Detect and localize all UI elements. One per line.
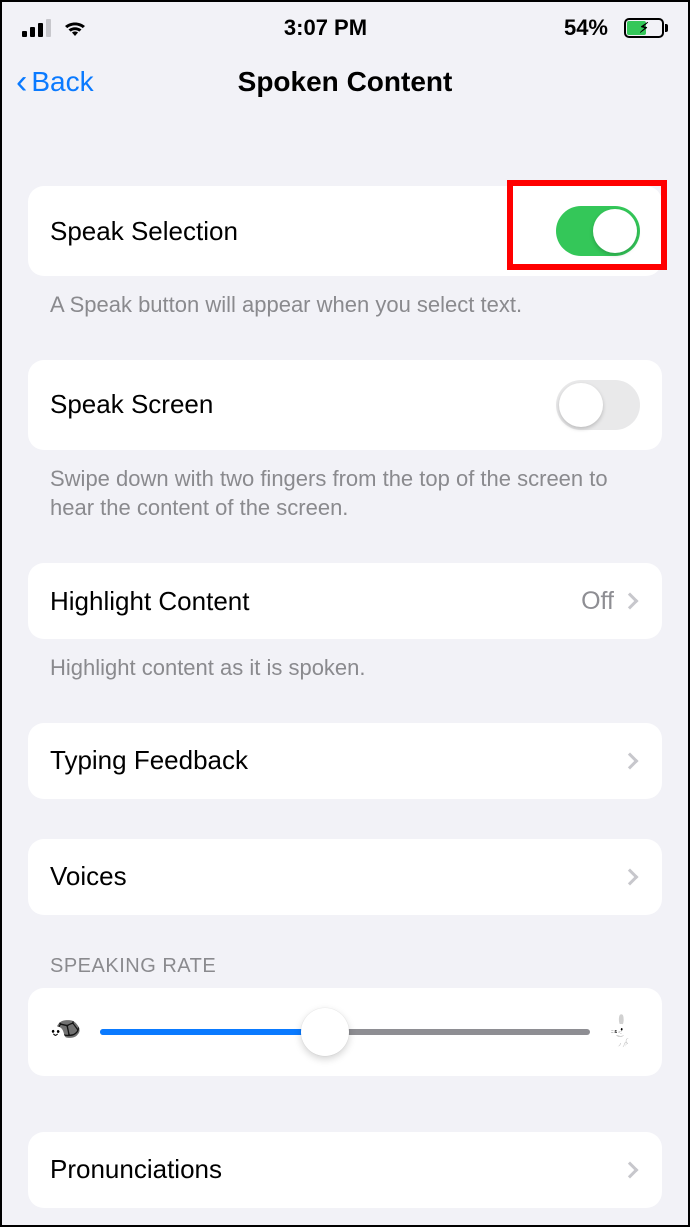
cellular-signal-icon	[22, 19, 51, 37]
chevron-right-icon	[622, 593, 639, 610]
speak-selection-toggle[interactable]	[556, 206, 640, 256]
chevron-left-icon: ‹	[16, 65, 27, 99]
battery-percent-text: 54%	[564, 15, 608, 41]
row-label: Pronunciations	[50, 1154, 624, 1185]
row-pronunciations[interactable]: Pronunciations	[28, 1132, 662, 1208]
back-button[interactable]: ‹ Back	[16, 65, 94, 99]
status-right: 54% ⚡︎	[564, 15, 668, 41]
back-label: Back	[31, 66, 93, 98]
page-title: Spoken Content	[2, 66, 688, 98]
row-voices[interactable]: Voices	[28, 839, 662, 915]
status-time: 3:07 PM	[87, 15, 564, 41]
chevron-right-icon	[622, 868, 639, 885]
speak-screen-footer: Swipe down with two fingers from the top…	[28, 450, 662, 523]
row-highlight-content[interactable]: Highlight Content Off	[28, 563, 662, 639]
row-label: Speak Screen	[50, 389, 556, 420]
nav-bar: ‹ Back Spoken Content	[2, 50, 688, 114]
row-label: Highlight Content	[50, 586, 581, 617]
row-speak-screen[interactable]: Speak Screen	[28, 360, 662, 450]
highlight-content-footer: Highlight content as it is spoken.	[28, 639, 662, 683]
speaking-rate-header: SPEAKING RATE	[28, 955, 662, 988]
status-left	[22, 19, 87, 37]
chevron-right-icon	[622, 1161, 639, 1178]
row-label: Speak Selection	[50, 216, 556, 247]
wifi-icon	[63, 19, 87, 37]
speak-screen-toggle[interactable]	[556, 380, 640, 430]
row-label: Typing Feedback	[50, 745, 624, 776]
row-typing-feedback[interactable]: Typing Feedback	[28, 723, 662, 799]
charging-bolt-icon: ⚡︎	[639, 20, 649, 37]
row-value: Off	[581, 587, 614, 616]
row-speaking-rate: 🐢 🐇	[28, 988, 662, 1076]
row-speak-selection[interactable]: Speak Selection	[28, 186, 662, 276]
battery-icon: ⚡︎	[620, 18, 668, 38]
status-bar: 3:07 PM 54% ⚡︎	[2, 2, 688, 50]
chevron-right-icon	[622, 752, 639, 769]
speak-selection-footer: A Speak button will appear when you sele…	[28, 276, 662, 320]
tortoise-icon: 🐢	[46, 1014, 86, 1049]
speaking-rate-slider[interactable]	[100, 1012, 590, 1052]
hare-icon: 🐇	[604, 1014, 644, 1049]
row-label: Voices	[50, 861, 624, 892]
